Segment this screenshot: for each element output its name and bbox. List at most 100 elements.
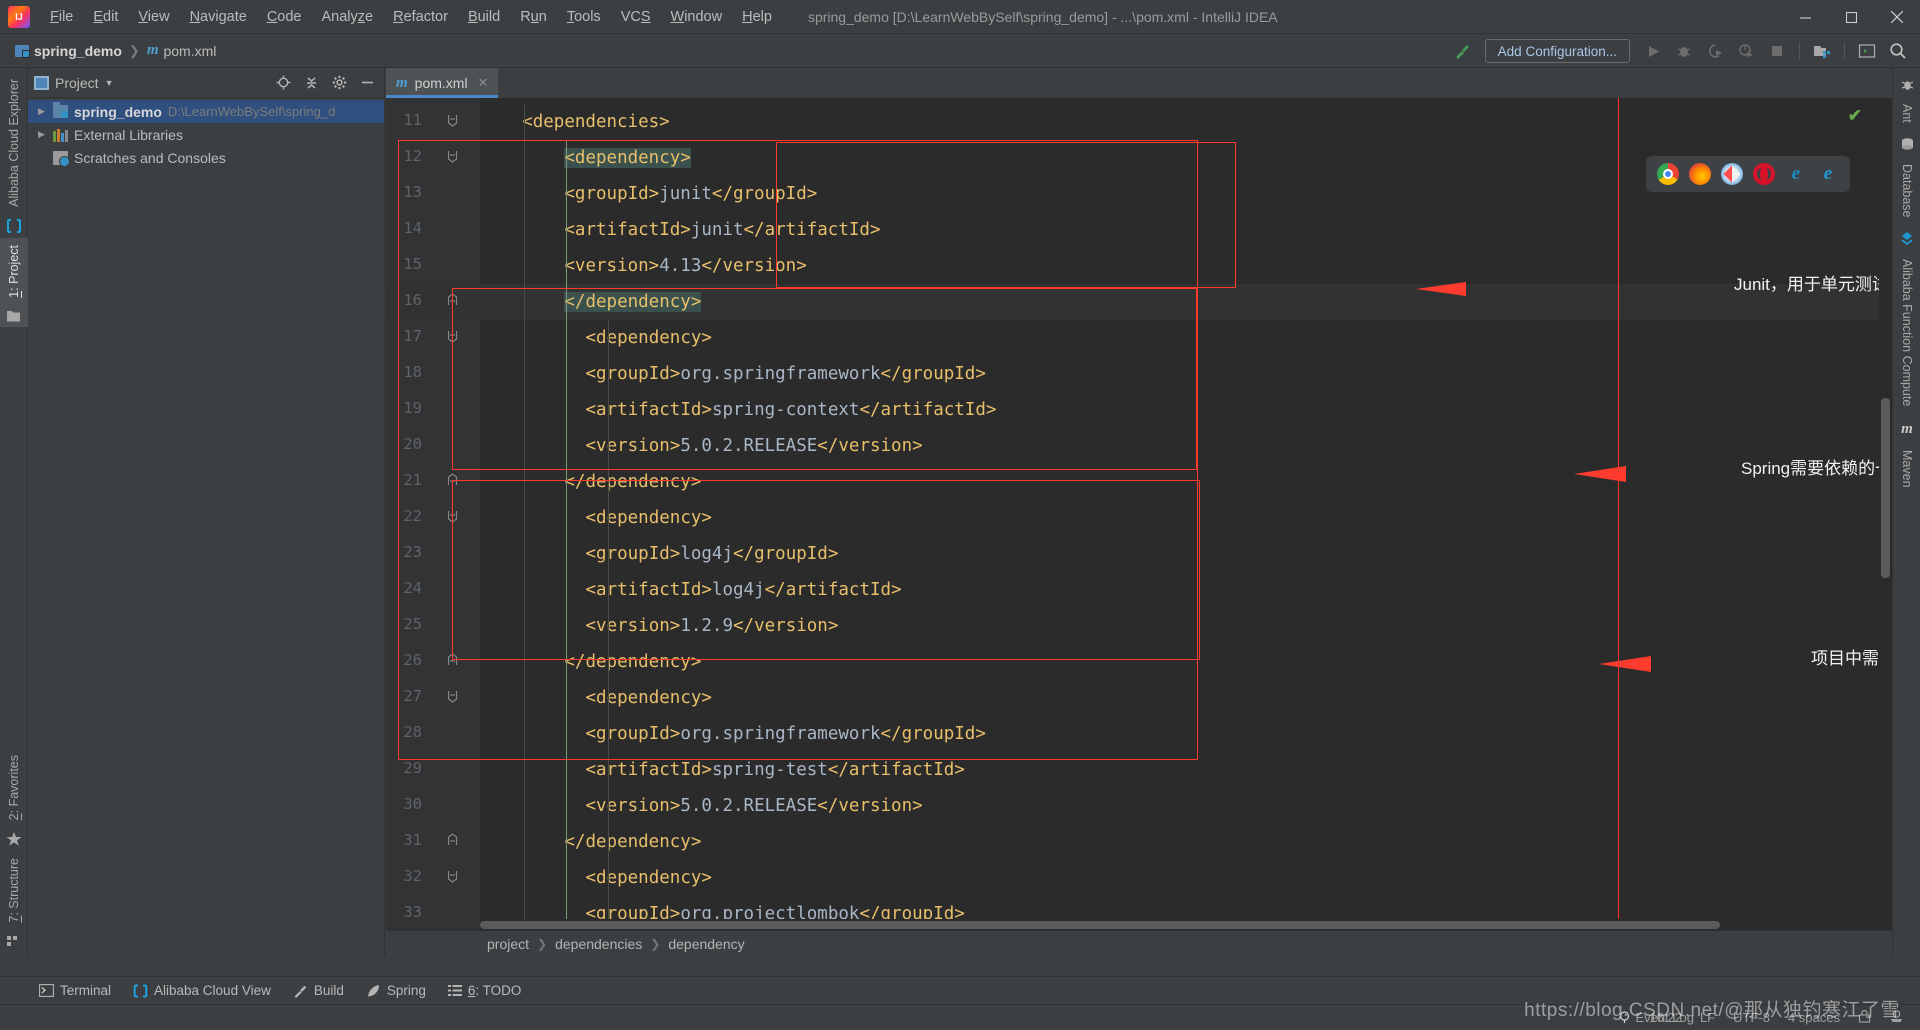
expand-arrow-icon[interactable]: ▶ — [36, 129, 47, 140]
chrome-icon[interactable] — [1657, 163, 1679, 185]
run-icon[interactable] — [1639, 38, 1667, 64]
project-structure-icon[interactable] — [1808, 38, 1836, 64]
minimize-button[interactable] — [1782, 0, 1828, 34]
fold-collapse-icon[interactable] — [444, 113, 460, 130]
browser-preview-popup[interactable]: e e — [1646, 156, 1850, 192]
expand-arrow-icon[interactable]: ▶ — [36, 106, 47, 117]
menu-view[interactable]: View — [128, 5, 179, 29]
bottom-tab-terminal[interactable]: Terminal — [30, 980, 120, 1001]
code-line[interactable]: </dependency> — [564, 284, 701, 320]
menu-window[interactable]: Window — [661, 5, 733, 29]
menu-build[interactable]: Build — [458, 5, 510, 29]
fold-collapse-icon[interactable] — [444, 149, 460, 166]
sidebar-item-maven[interactable]: Maven — [1893, 443, 1920, 495]
fold-collapse-icon[interactable] — [444, 509, 460, 526]
editor-vertical-scrollbar[interactable] — [1879, 98, 1892, 930]
database-icon[interactable] — [1893, 130, 1920, 157]
code-line[interactable]: <artifactId>log4j</artifactId> — [586, 572, 902, 608]
bottom-tab-spring[interactable]: Spring — [357, 980, 435, 1001]
code-line[interactable]: <dependency> — [586, 860, 712, 896]
opera-icon[interactable] — [1753, 163, 1775, 185]
star-icon[interactable] — [0, 827, 28, 851]
sidebar-item-ant[interactable]: Ant — [1893, 97, 1920, 130]
code-line[interactable]: <groupId>log4j</groupId> — [586, 536, 839, 572]
scrollbar-thumb[interactable] — [480, 921, 1720, 929]
close-button[interactable] — [1874, 0, 1920, 34]
fold-end-icon[interactable] — [444, 653, 460, 670]
code-line[interactable]: </dependency> — [564, 464, 701, 500]
fold-end-icon[interactable] — [444, 473, 460, 490]
code-line[interactable]: <dependencies> — [522, 104, 670, 140]
menu-vcs[interactable]: VCS — [611, 5, 661, 29]
editor-tab-pom-xml[interactable]: m pom.xml ✕ — [386, 68, 498, 98]
bottom-tab-alibaba-cloud-view[interactable]: Alibaba Cloud View — [124, 980, 280, 1001]
terminal-icon[interactable] — [1853, 38, 1881, 64]
status-indent[interactable]: 4 spaces — [1780, 1010, 1848, 1025]
code-line[interactable]: </dependency> — [564, 824, 701, 860]
maximize-button[interactable] — [1828, 0, 1874, 34]
sidebar-item-structure[interactable]: 7: Structure — [0, 851, 28, 930]
fold-end-icon[interactable] — [444, 293, 460, 310]
code-line[interactable]: <version>5.0.2.RELEASE</version> — [586, 788, 923, 824]
sidebar-item-alibaba-function-compute[interactable]: Alibaba Function Compute — [1893, 252, 1920, 413]
chevron-down-icon[interactable]: ▼ — [105, 78, 114, 88]
scrollbar-thumb[interactable] — [1881, 398, 1890, 578]
status-encoding[interactable]: UTF-8 — [1725, 1010, 1778, 1025]
firefox-icon[interactable] — [1689, 163, 1711, 185]
menu-navigate[interactable]: Navigate — [180, 5, 257, 29]
code-line[interactable]: <artifactId>junit</artifactId> — [564, 212, 880, 248]
fold-collapse-icon[interactable] — [444, 329, 460, 346]
project-tree[interactable]: ▶ spring_demo D:\LearnWebBySelf\spring_d… — [28, 98, 384, 956]
locate-icon[interactable] — [272, 72, 294, 94]
search-everywhere-icon[interactable] — [1884, 38, 1912, 64]
bottom-tab-build[interactable]: Build — [284, 980, 353, 1001]
profile-icon[interactable] — [1732, 38, 1760, 64]
cloud-explorer-icon[interactable] — [0, 214, 28, 238]
debug-icon[interactable] — [1670, 38, 1698, 64]
fold-collapse-icon[interactable] — [444, 689, 460, 706]
gear-icon[interactable] — [328, 72, 350, 94]
add-configuration-button[interactable]: Add Configuration... — [1485, 39, 1630, 63]
run-with-coverage-icon[interactable] — [1701, 38, 1729, 64]
code-line[interactable]: <dependency> — [564, 140, 690, 176]
breadcrumb-dependency[interactable]: dependency — [663, 935, 749, 953]
breadcrumb-dependencies[interactable]: dependencies — [550, 935, 647, 953]
navbar-crumb-project[interactable]: spring_demo — [10, 41, 127, 61]
hide-icon[interactable] — [356, 72, 378, 94]
tree-item-spring-demo[interactable]: ▶ spring_demo D:\LearnWebBySelf\spring_d — [28, 100, 384, 123]
project-folder-icon[interactable] — [0, 305, 28, 327]
code-line[interactable]: <artifactId>spring-context</artifactId> — [586, 392, 997, 428]
code-line[interactable]: <version>5.0.2.RELEASE</version> — [586, 428, 923, 464]
code-line[interactable]: <groupId>org.springframework</groupId> — [586, 716, 986, 752]
navbar-crumb-file[interactable]: m pom.xml — [142, 40, 222, 61]
close-tab-icon[interactable]: ✕ — [478, 75, 489, 91]
menu-refactor[interactable]: Refactor — [383, 5, 458, 29]
code-line[interactable]: </dependency> — [564, 644, 701, 680]
inspection-status-icon[interactable]: ✔ — [1848, 106, 1862, 126]
function-compute-icon[interactable] — [1893, 224, 1920, 252]
code-line[interactable]: <groupId>org.springframework</groupId> — [586, 356, 986, 392]
fold-end-icon[interactable] — [444, 833, 460, 850]
tree-item-scratches-and-consoles[interactable]: Scratches and Consoles — [28, 146, 384, 169]
collapse-all-icon[interactable] — [300, 72, 322, 94]
editor-horizontal-scrollbar[interactable] — [480, 919, 1878, 930]
sidebar-item-favorites[interactable]: 2: Favorites — [0, 748, 28, 827]
menu-file[interactable]: File — [40, 5, 83, 29]
menu-code[interactable]: Code — [257, 5, 312, 29]
code-line[interactable]: <dependency> — [586, 680, 712, 716]
breadcrumb-project[interactable]: project — [482, 935, 534, 953]
code-line[interactable]: <version>1.2.9</version> — [586, 608, 839, 644]
menu-analyze[interactable]: Analyze — [312, 5, 384, 29]
ant-icon[interactable] — [1893, 72, 1920, 97]
editor-gutter[interactable]: 1112131415161718192021222324252627282930… — [386, 98, 480, 930]
structure-icon[interactable] — [0, 930, 28, 952]
lock-icon[interactable] — [1850, 1010, 1879, 1026]
menu-help[interactable]: Help — [732, 5, 782, 29]
tree-item-external-libraries[interactable]: ▶ External Libraries — [28, 123, 384, 146]
safari-icon[interactable] — [1721, 163, 1743, 185]
menu-run[interactable]: Run — [510, 5, 557, 29]
code-content[interactable]: <dependencies><dependency><groupId>junit… — [480, 98, 1892, 930]
edge-icon[interactable]: e — [1817, 163, 1839, 185]
stop-icon[interactable] — [1763, 38, 1791, 64]
event-log-button[interactable]: Event Log — [1610, 1010, 1702, 1025]
